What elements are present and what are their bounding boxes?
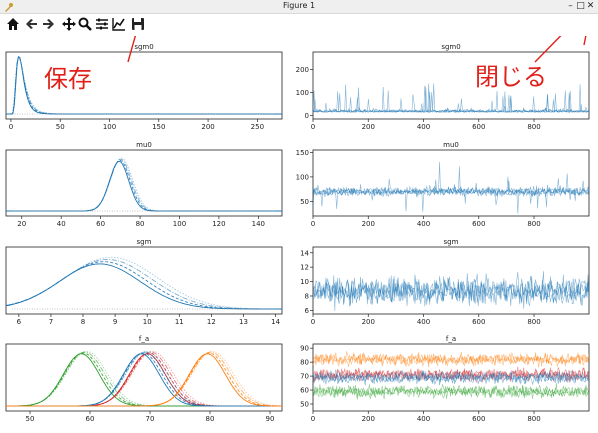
zoom-icon[interactable] [77,16,93,32]
y-tick-label: 60 [300,387,309,395]
x-tick-label: 800 [527,415,540,423]
x-tick-label: 400 [417,318,430,326]
x-tick-label: 70 [146,415,155,423]
close-annotation: 閉じる [475,63,547,91]
x-tick-label: 120 [212,220,225,228]
x-tick-label: 200 [362,415,375,423]
x-tick-label: 10 [143,318,152,326]
y-tick-label: 200 [296,66,309,74]
panel-trace-mu0: mu0 0 200 400 600 800 50 100 150 [296,141,590,228]
x-tick-label: 0 [311,318,315,326]
x-tick-label: 14 [271,318,280,326]
maximize-button[interactable]: □ [576,2,585,11]
y-tick-label: 0 [305,112,309,120]
x-tick-label: 100 [173,220,186,228]
y-tick-label: 100 [296,173,309,181]
x-tick-label: 6 [17,318,22,326]
x-tick-label: 200 [362,123,375,131]
x-tick-label: 90 [266,415,275,423]
x-tick-label: 80 [136,220,145,228]
toolbar [0,14,598,36]
x-tick-label: 200 [201,123,214,131]
y-tick-label: 150 [296,149,309,157]
axes-frame [312,149,590,217]
y-tick-label: 90 [300,345,309,353]
y-tick-label: 80 [300,359,309,367]
x-tick-label: 50 [56,123,65,131]
save-icon[interactable] [130,16,146,32]
x-tick-label: 400 [417,220,430,228]
panel-title: sgm0 [134,43,153,51]
x-tick-label: 0 [311,123,315,131]
x-tick-label: 600 [472,318,485,326]
x-tick-label: 0 [9,123,13,131]
x-tick-label: 20 [17,220,26,228]
y-tick-label: 70 [300,373,309,381]
panel-title: mu0 [443,141,459,149]
axes-frame [312,51,590,120]
x-tick-label: 80 [206,415,215,423]
axes-frame [5,246,283,315]
forward-icon[interactable] [40,16,56,32]
x-tick-label: 600 [472,415,485,423]
y-tick-label: 50 [300,401,309,409]
x-tick-label: 200 [362,318,375,326]
x-tick-label: 150 [152,123,165,131]
x-tick-label: 40 [57,220,66,228]
panel-kde-sgm: sgm 6 7 8 9 10 11 12 13 14 [5,238,283,326]
x-tick-label: 100 [103,123,116,131]
home-icon[interactable] [5,16,21,32]
y-tick-label: 50 [300,198,309,206]
save-annotation: 保存 [44,65,92,93]
x-tick-label: 140 [252,220,265,228]
pan-icon[interactable] [61,16,77,32]
x-tick-label: 7 [49,318,53,326]
x-tick-label: 400 [417,123,430,131]
figure-canvas: sgm00 50 100 150 200 250sgm00 200 400 600 8000100… [5,36,590,423]
panel-title: mu0 [136,141,152,149]
configure-subplots-icon[interactable] [94,16,110,32]
x-tick-label: 13 [239,318,248,326]
x-tick-label: 8 [81,318,85,326]
x-tick-label: 800 [527,220,540,228]
x-tick-label: 800 [527,123,540,131]
edit-axes-icon[interactable] [111,16,127,32]
x-tick-label: 0 [311,220,315,228]
panel-title: sgm [137,238,152,246]
x-tick-label: 600 [472,123,485,131]
panel-trace-f-a: f_a 0 200 400 600 800 50 60 70 80 90 [300,335,590,423]
panel-title: f_a [139,335,149,343]
y-tick-label: 12 [300,264,309,272]
x-tick-label: 11 [175,318,184,326]
panel-trace-sgm: sgm 0 200 400 600 800 6 8 10 12 14 [300,238,590,326]
x-tick-label: 50 [26,415,35,423]
x-tick-label: 60 [86,415,95,423]
window-title: Figure 1 [282,1,316,10]
y-tick-label: 14 [300,249,309,257]
y-tick-label: 8 [305,292,309,300]
x-tick-label: 9 [113,318,117,326]
x-tick-label: 400 [417,415,430,423]
x-tick-label: 60 [96,220,105,228]
minimize-button[interactable]: – [566,2,575,11]
y-tick-label: 100 [296,89,309,97]
x-tick-label: 12 [207,318,216,326]
panel-title: sgm [444,238,459,246]
y-tick-label: 6 [305,307,310,315]
x-tick-label: 0 [311,415,315,423]
x-tick-label: 600 [472,220,485,228]
panel-title: sgm0 [441,43,460,51]
close-button[interactable]: ✕ [586,2,595,11]
title-bar: Figure 1 – □ ✕ [0,0,598,14]
back-icon[interactable] [24,16,40,32]
panel-kde-f-a: f_a 50 60 70 80 90 [5,335,283,423]
y-tick-label: 10 [300,278,309,286]
panel-title: f_a [446,335,456,343]
annotation-arrow [583,36,587,46]
panel-kde-mu0: mu0 20 40 60 80 100 120 140 [5,141,283,228]
x-tick-label: 800 [527,318,540,326]
x-tick-label: 200 [362,220,375,228]
x-tick-label: 250 [251,123,264,131]
